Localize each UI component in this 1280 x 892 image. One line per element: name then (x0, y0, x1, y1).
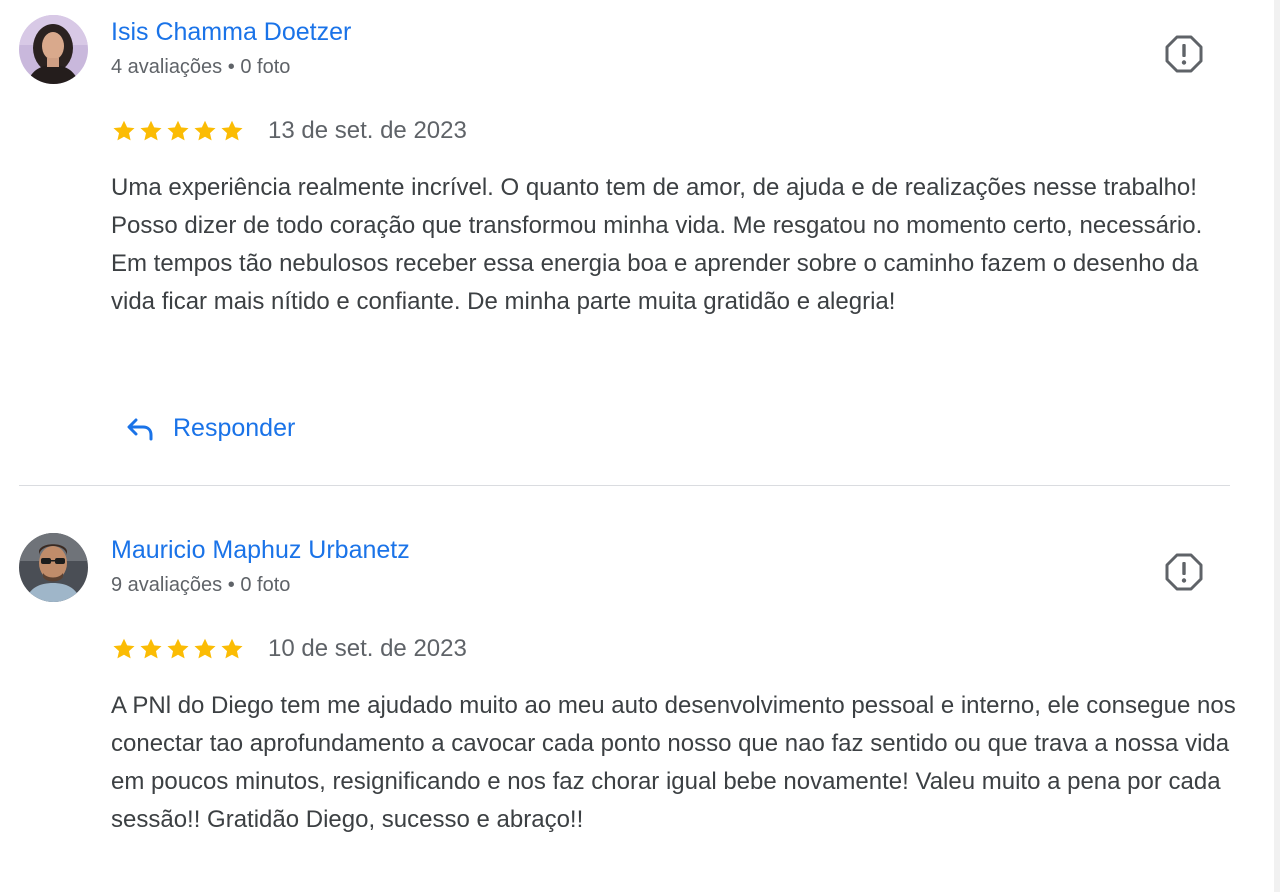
star-icon (167, 120, 189, 141)
reply-label: Responder (173, 413, 296, 442)
review-text: Uma experiência realmente incrível. O qu… (111, 174, 1203, 315)
avatar[interactable] (19, 15, 88, 84)
rating-row: 13 de set. de 2023 (111, 115, 467, 147)
review-date: 13 de set. de 2023 (268, 117, 467, 144)
report-review-button[interactable] (1164, 34, 1204, 74)
star-rating (111, 636, 245, 662)
reply-button[interactable]: Responder (124, 405, 295, 451)
star-icon (113, 120, 135, 141)
reviews-count: 9 avaliações (111, 574, 223, 596)
reviews-count: 4 avaliações (111, 56, 223, 78)
review-date: 10 de set. de 2023 (268, 635, 467, 662)
star-icon (194, 120, 216, 141)
star-icon (113, 638, 135, 659)
scrollbar-track[interactable] (1274, 0, 1280, 892)
star-icon (167, 638, 189, 659)
author-name[interactable]: Mauricio Maphuz Urbanetz (111, 536, 410, 565)
star-icon (221, 638, 243, 659)
report-flag-icon (1165, 553, 1203, 591)
author-stats: 9 avaliações • 0 foto (111, 574, 290, 597)
avatar[interactable] (19, 533, 88, 602)
review-divider (19, 485, 1230, 486)
author-name[interactable]: Isis Chamma Doetzer (111, 18, 351, 47)
review-text: A PNl do Diego tem me ajudado muito ao m… (111, 692, 1236, 833)
avatar-photo (19, 533, 88, 602)
photos-count: 0 foto (240, 56, 291, 78)
rating-row: 10 de set. de 2023 (111, 633, 467, 665)
star-icon (140, 638, 162, 659)
meta-separator: • (227, 56, 235, 78)
reply-arrow-icon (127, 418, 153, 441)
avatar-photo (19, 15, 88, 84)
report-flag-icon (1165, 35, 1203, 73)
meta-separator: • (227, 574, 235, 596)
photos-count: 0 foto (240, 574, 291, 596)
star-icon (194, 638, 216, 659)
author-stats: 4 avaliações • 0 foto (111, 56, 290, 79)
star-icon (221, 120, 243, 141)
star-rating (111, 118, 245, 144)
report-review-button[interactable] (1164, 552, 1204, 592)
star-icon (140, 120, 162, 141)
